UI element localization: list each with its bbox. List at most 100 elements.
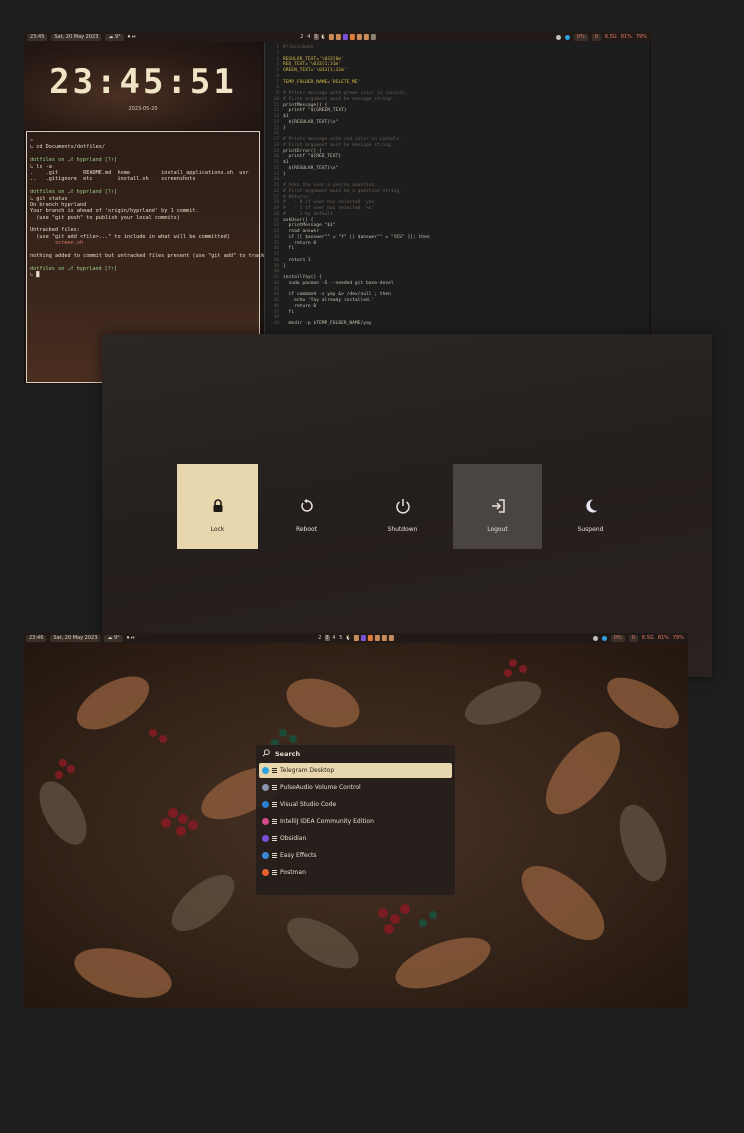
list-icon (272, 768, 277, 773)
system-tray: 0% 0 6.5G 81% 79% (555, 33, 647, 41)
code-line: 49 mkdir -p $TEMP_FOLDER_NAME/yay (265, 321, 649, 327)
bar-date: Sat, 20 May 2023 (50, 634, 101, 642)
app-icon (262, 852, 269, 859)
logout-button[interactable]: Logout (453, 464, 542, 549)
launcher-search[interactable]: Search (256, 745, 455, 763)
updates-count: 0 (628, 634, 638, 642)
workspace-button[interactable]: 3 (324, 635, 330, 641)
lock-label: Lock (210, 526, 225, 533)
launcher-item-label: Visual Studio Code (280, 801, 337, 808)
launcher-item[interactable]: Telegram Desktop (259, 763, 452, 778)
telegram-tray-icon[interactable] (564, 34, 570, 40)
bar-weather: ☁ 9° (105, 33, 124, 41)
top-bar: 23:45 Sat, 20 May 2023 ☁ 9° ⏺ ⏯ 2 4 5 🐧 … (24, 32, 651, 42)
launcher-item[interactable]: PulseAudio Volume Control (259, 780, 452, 795)
app-icon[interactable] (367, 635, 373, 641)
code-editor[interactable]: 1 #!/bin/bash 2 3 REGULAR_TEXT='\033[0m' 4 RED… (264, 42, 649, 337)
code-text: TEMP_FOLDER_NAME='DELETE_ME' (283, 79, 361, 85)
lock-icon (212, 496, 224, 516)
app-icon[interactable] (335, 34, 341, 40)
app-icon[interactable] (349, 34, 355, 40)
launcher-item-label: Easy Effects (280, 852, 317, 859)
code-text: fi (283, 246, 295, 252)
bar-weather: ☁ 9° (104, 634, 123, 642)
workspace-button[interactable]: 2 (299, 34, 304, 40)
cpu-usage: 0% (573, 33, 588, 41)
workspace-button[interactable]: 2 (317, 635, 322, 641)
media-icon[interactable]: ⏺ ⏯ (127, 635, 135, 641)
launcher-item[interactable]: Obsidian (259, 831, 452, 846)
reboot-button[interactable]: Reboot (266, 464, 347, 549)
launcher-results: Telegram Desktop PulseAudio Volume Contro… (256, 763, 455, 880)
code-text: ${REGULAR_TEXT}\n" (283, 165, 339, 171)
list-icon (272, 785, 277, 790)
updates-count: 0 (591, 33, 601, 41)
list-icon (272, 819, 277, 824)
code-text: printf "${GREEN_TEXT} (283, 108, 347, 114)
code-text: return 1 (283, 257, 311, 263)
volume-level: 81% (620, 34, 632, 40)
bar-time: 23:45 (27, 33, 48, 41)
list-icon (272, 870, 277, 875)
code-text: sudo pacman -S --needed git base-devel (283, 280, 394, 286)
suspend-button[interactable]: Suspend (550, 464, 631, 549)
list-icon (272, 802, 277, 807)
app-icon[interactable] (388, 635, 394, 641)
code-text: fi (283, 309, 295, 315)
app-icon[interactable] (374, 635, 380, 641)
terminal-line: nothing added to commit but untracked fi… (30, 253, 268, 260)
power-icon (395, 496, 411, 516)
code-text: #!/bin/bash (283, 45, 314, 50)
workspace-button[interactable]: 5 (338, 635, 343, 641)
app-icon[interactable] (381, 635, 387, 641)
app-icon[interactable] (356, 34, 362, 40)
app-icon[interactable] (342, 34, 348, 40)
app-icon[interactable] (370, 34, 376, 40)
tray-icon[interactable] (555, 34, 561, 40)
bar-date: Sat, 20 May 2023 (51, 33, 102, 41)
launcher-item-label: PulseAudio Volume Control (280, 784, 361, 791)
app-icon[interactable] (360, 635, 366, 641)
launcher-item[interactable]: Easy Effects (259, 848, 452, 863)
clock-time: 23:45:51 (49, 62, 237, 102)
search-label: Search (275, 750, 301, 758)
launcher-item[interactable]: Visual Studio Code (259, 797, 452, 812)
code-text: mkdir -p $TEMP_FOLDER_NAME/yay (283, 321, 372, 326)
line-number: 49 (273, 321, 279, 326)
telegram-tray-icon[interactable] (601, 635, 607, 641)
launcher-item[interactable]: IntelliJ IDEA Community Edition (259, 814, 452, 829)
workspace-switcher: 2 3 4 5 🐧 (317, 635, 394, 641)
shutdown-button[interactable]: Shutdown (362, 464, 443, 549)
lock-button[interactable]: Lock (177, 464, 258, 549)
linux-icon: 🐧 (345, 635, 352, 641)
launcher-item-label: IntelliJ IDEA Community Edition (280, 818, 374, 825)
linux-icon: 🐧 (320, 34, 327, 40)
desktop-screenshot-terminal: 23:45 Sat, 20 May 2023 ☁ 9° ⏺ ⏯ 2 4 5 🐧 … (24, 32, 651, 384)
workspace-button[interactable]: 4 (331, 635, 336, 641)
media-icon[interactable]: ⏺ ⏯ (128, 34, 136, 40)
tray-icon[interactable] (592, 635, 598, 641)
top-bar: 23:46 Sat, 20 May 2023 ☁ 9° ⏺ ⏯ 2 3 4 5 … (23, 633, 688, 643)
app-icon[interactable] (328, 34, 334, 40)
launcher-item[interactable]: Postman (259, 865, 452, 880)
app-icon (262, 818, 269, 825)
search-icon (262, 749, 270, 759)
moon-icon (583, 496, 599, 516)
app-icon[interactable] (353, 635, 359, 641)
power-menu-screenshot: Lock Reboot Shutdown Logout Suspend (102, 334, 712, 677)
battery-level: 79% (635, 34, 647, 40)
workspace-button[interactable]: 5 (313, 34, 319, 40)
memory-usage: 6.5G (604, 34, 617, 40)
code-text: } (283, 171, 286, 177)
code-text: GREEN_TEXT='\033[1;32m' (283, 68, 347, 73)
system-tray: 0% 0 6.5G 81% 79% (592, 634, 684, 642)
desktop-screenshot-launcher: 23:46 Sat, 20 May 2023 ☁ 9° ⏺ ⏯ 2 3 4 5 … (23, 633, 688, 1008)
app-icon (262, 767, 269, 774)
code-text: ${REGULAR_TEXT}\n" (283, 119, 339, 125)
clock-date: 2023-05-20 (128, 106, 158, 112)
launcher-item-label: Postman (280, 869, 306, 876)
app-icon[interactable] (363, 34, 369, 40)
logout-label: Logout (487, 526, 508, 533)
suspend-label: Suspend (577, 526, 604, 533)
workspace-button[interactable]: 4 (306, 34, 311, 40)
